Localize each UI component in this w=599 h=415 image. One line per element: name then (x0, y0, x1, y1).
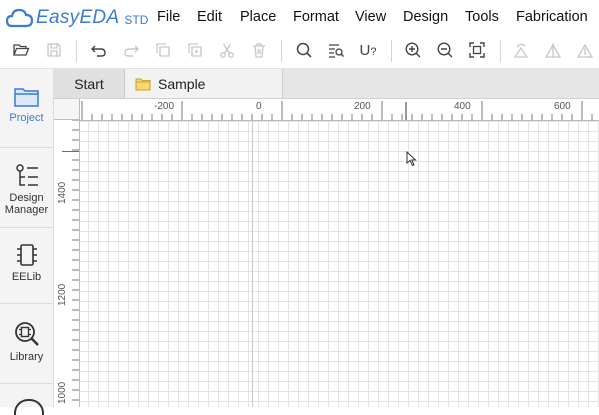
rotate-left-icon[interactable] (510, 39, 532, 61)
search-icon[interactable] (293, 39, 315, 61)
folder-icon (135, 78, 151, 90)
sidebar-divider (0, 303, 53, 304)
app-logo[interactable]: EasyEDA STD (6, 5, 148, 31)
sidebar-item-eelib[interactable]: EELib (0, 242, 53, 283)
save-icon[interactable] (43, 39, 65, 61)
ruler-label: 400 (454, 101, 471, 112)
redo-icon[interactable] (120, 39, 142, 61)
menu-place[interactable]: Place (240, 9, 276, 25)
menu-edit[interactable]: Edit (197, 9, 222, 25)
ruler-label: 600 (554, 101, 571, 112)
ruler-label: 1400 (57, 181, 68, 204)
undo-icon[interactable] (88, 39, 110, 61)
fit-screen-icon[interactable] (466, 39, 488, 61)
ruler-left-ticks (72, 120, 79, 401)
find-similar-icon[interactable] (325, 39, 347, 61)
sidebar-item-design-manager[interactable]: Design Manager (0, 163, 53, 216)
ruler-top: -200 0 200 400 600 (80, 99, 599, 121)
sidebar-item-label: Library (9, 351, 44, 363)
delete-icon[interactable] (248, 39, 270, 61)
cloud-logo-icon (6, 8, 34, 28)
schematic-canvas[interactable] (80, 121, 599, 407)
flip-icon[interactable] (542, 39, 564, 61)
sidebar-item-label: Manager (4, 204, 49, 216)
sidebar-item-library[interactable]: Library (0, 320, 53, 363)
sidebar-divider (0, 227, 53, 228)
u-question-glyph: U? (359, 41, 377, 59)
ruler-left: 1400 1200 1000 (54, 120, 80, 407)
ruler-cursor-marker (62, 151, 79, 152)
logo-suffix: STD (124, 13, 149, 27)
menu-tools[interactable]: Tools (465, 9, 499, 25)
menu-design[interactable]: Design (403, 9, 448, 25)
u-question-icon[interactable]: U? (357, 39, 379, 61)
logo-text: EasyEDA (36, 7, 120, 28)
toolbar: U? (0, 35, 599, 69)
toolbar-separator (391, 40, 392, 62)
ruler-label: 200 (354, 101, 371, 112)
sidebar-item-label: Project (9, 112, 44, 124)
triangle-icon[interactable] (574, 39, 596, 61)
ruler-label: -200 (154, 101, 175, 112)
zoom-out-icon[interactable] (434, 39, 456, 61)
origin-axis-line (252, 121, 253, 407)
sidebar-divider (0, 147, 53, 148)
library-search-icon (14, 322, 39, 346)
ruler-label: 1200 (57, 283, 68, 306)
menu-view[interactable]: View (355, 9, 386, 25)
tab-label: Sample (158, 75, 206, 92)
left-sidebar: Project Design Manager EELib Library (0, 69, 54, 415)
sidebar-item-partial-icon[interactable] (14, 399, 44, 415)
tab-bar: Start Sample (54, 69, 599, 99)
chip-icon (16, 244, 37, 266)
sidebar-divider (0, 383, 53, 384)
mouse-cursor-icon (406, 151, 417, 167)
tab-label: Start (74, 75, 104, 92)
sidebar-item-label: EELib (11, 271, 42, 283)
menu-format[interactable]: Format (293, 9, 339, 25)
toolbar-separator (500, 40, 501, 62)
folder-icon (13, 88, 39, 107)
tab-sample[interactable]: Sample (125, 69, 283, 98)
toolbar-separator (76, 40, 77, 62)
ruler-label: 0 (256, 101, 262, 112)
duplicate-icon[interactable] (184, 39, 206, 61)
menu-bar: EasyEDA STD File Edit Place Format View … (0, 0, 599, 35)
menu-fabrication[interactable]: Fabrication (516, 9, 588, 25)
copy-icon[interactable] (152, 39, 174, 61)
zoom-in-icon[interactable] (402, 39, 424, 61)
toolbar-separator (281, 40, 282, 62)
menu-file[interactable]: File (157, 9, 180, 25)
cut-icon[interactable] (216, 39, 238, 61)
tab-start[interactable]: Start (54, 69, 125, 98)
open-folder-icon[interactable] (10, 39, 32, 61)
ruler-corner (54, 99, 80, 120)
sidebar-item-project[interactable]: Project (0, 85, 53, 124)
sidebar-item-label: Design (9, 192, 44, 204)
ruler-label: 1000 (57, 381, 68, 404)
tree-icon (15, 164, 38, 186)
